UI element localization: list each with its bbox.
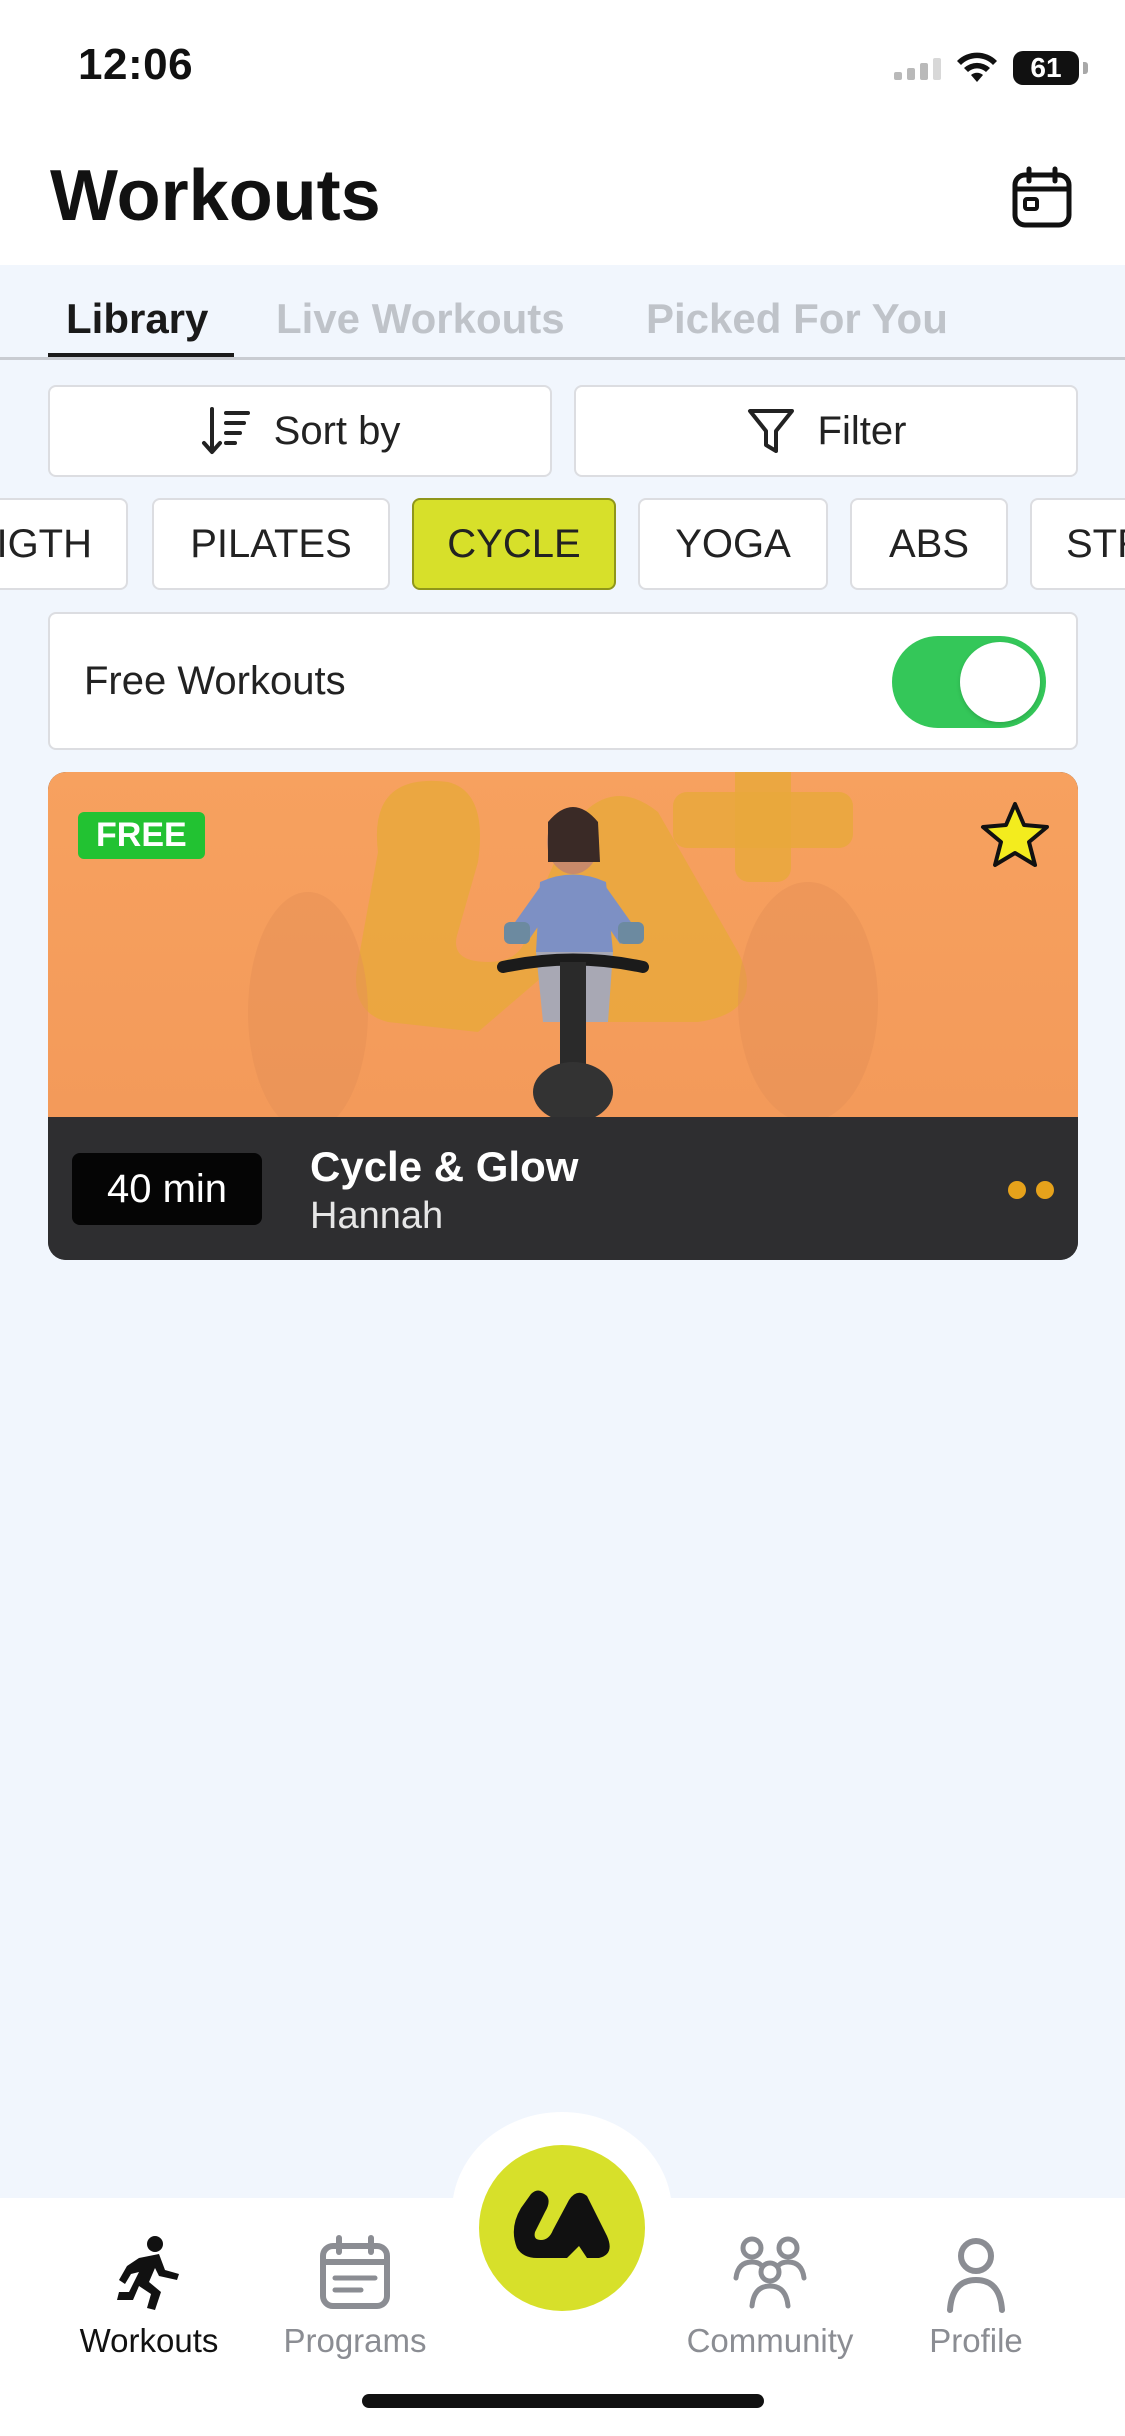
- chip-abs[interactable]: ABS: [850, 498, 1008, 590]
- community-icon: [733, 2236, 807, 2309]
- workout-thumbnail: FREE: [48, 772, 1078, 1117]
- filter-label: Filter: [817, 408, 907, 453]
- tab-picked-for-you[interactable]: Picked For You: [646, 295, 948, 343]
- nav-programs[interactable]: Programs: [255, 2234, 455, 2360]
- workout-coach: Hannah: [310, 1195, 444, 1237]
- free-badge: FREE: [78, 812, 205, 859]
- status-icons: 61: [894, 48, 1088, 88]
- filter-button[interactable]: Filter: [574, 385, 1078, 477]
- battery-icon: 61: [1013, 51, 1088, 85]
- more-options-icon[interactable]: [1008, 1181, 1054, 1199]
- workout-info: 40 min Cycle & Glow Hannah: [48, 1117, 1078, 1260]
- chip-strength[interactable]: IGTH: [0, 498, 128, 590]
- free-workouts-toggle[interactable]: [892, 636, 1046, 728]
- workout-title: Cycle & Glow: [310, 1143, 579, 1190]
- top-bar: 12:06 61 Workouts: [0, 0, 1125, 265]
- running-icon: [117, 2236, 179, 2310]
- category-chips: IGTH PILATES CYCLE YOGA ABS STR: [0, 498, 1125, 590]
- page-title: Workouts: [50, 156, 381, 236]
- workout-card[interactable]: FREE 40 min Cycle & Glow Hannah: [48, 772, 1078, 1260]
- sort-label: Sort by: [273, 408, 401, 453]
- nav-label-community: Community: [686, 2322, 854, 2359]
- nav-label-profile: Profile: [929, 2322, 1023, 2359]
- toolbar: Sort by Filter: [48, 385, 1078, 477]
- nav-community[interactable]: Community: [670, 2234, 870, 2360]
- free-workouts-label: Free Workouts: [84, 659, 346, 703]
- star-icon[interactable]: [980, 800, 1050, 870]
- segment-tabs: Library Live Workouts Picked For You: [0, 295, 1125, 360]
- tab-library[interactable]: Library: [66, 295, 208, 343]
- toggle-knob: [960, 642, 1040, 722]
- chip-pilates[interactable]: PILATES: [152, 498, 390, 590]
- nav-label-programs: Programs: [283, 2322, 427, 2359]
- tab-live-workouts[interactable]: Live Workouts: [276, 295, 565, 343]
- sort-icon: [201, 407, 250, 454]
- chip-stretch[interactable]: STR: [1030, 498, 1125, 590]
- nav-label-workouts: Workouts: [79, 2322, 219, 2359]
- duration-badge: 40 min: [72, 1153, 262, 1225]
- logo-icon: [513, 2190, 610, 2258]
- wifi-icon: [957, 52, 997, 82]
- tab-underline: [48, 353, 234, 357]
- home-indicator: [362, 2394, 764, 2408]
- chip-cycle[interactable]: CYCLE: [412, 498, 616, 590]
- sort-button[interactable]: Sort by: [48, 385, 552, 477]
- calendar-icon[interactable]: [1009, 165, 1075, 231]
- signal-icon: [894, 56, 941, 80]
- status-time: 12:06: [78, 40, 194, 89]
- filter-icon: [747, 409, 794, 453]
- calendar-icon: [320, 2235, 390, 2309]
- profile-icon: [947, 2238, 1005, 2313]
- nav-workouts[interactable]: Workouts: [49, 2234, 249, 2360]
- center-logo-button[interactable]: [479, 2145, 645, 2311]
- nav-profile[interactable]: Profile: [876, 2234, 1076, 2360]
- free-workouts-row: Free Workouts: [48, 612, 1078, 750]
- chip-yoga[interactable]: YOGA: [638, 498, 828, 590]
